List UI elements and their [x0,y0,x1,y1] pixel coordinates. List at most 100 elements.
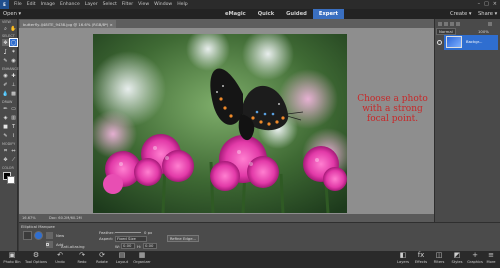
toolbox-section-select: SELECT [2,34,15,38]
width-field[interactable]: 0.00 [121,243,135,249]
move-tool-icon[interactable]: ✥ [2,39,9,46]
more-icon: ≡ [488,251,494,259]
feather-slider[interactable] [115,232,141,233]
height-field[interactable]: 0.00 [143,243,157,249]
aspect-dropdown[interactable]: Fixed Size [115,236,147,242]
mode-emagic[interactable]: eMagic [219,9,252,19]
eraser-tool-icon[interactable]: ▭ [10,105,17,112]
mode-quick[interactable]: Quick [252,9,280,19]
hand-tool-icon[interactable]: ✋ [10,25,17,32]
anti-alias-label: Anti-aliasing [61,244,85,249]
content-aware-move-tool-icon[interactable]: ✥ [2,156,9,163]
effects-button[interactable]: fx Effects [412,251,430,268]
menu-filter[interactable]: Filter [122,2,133,7]
aspect-label: Aspect: [99,236,114,241]
lasso-tool-icon[interactable]: ʆ [2,48,9,55]
pencil-tool-icon[interactable]: ✎ [2,132,9,139]
more-button[interactable]: ≡ More [482,251,500,268]
elliptical-marquee-icon[interactable] [34,231,43,240]
more-label: More [486,260,496,264]
filters-button[interactable]: ◫ Filters [430,251,448,268]
close-button[interactable]: × [493,1,497,7]
menu-view[interactable]: View [138,2,149,7]
photo-bin-label: Photo Bin [3,260,21,264]
delete-layer-icon[interactable] [488,22,492,26]
menu-enhance[interactable]: Enhance [60,2,80,7]
layer-name[interactable]: Backgr... [466,39,482,44]
document-tab[interactable]: butterfly-IJ48ITE_9438.jpg @ 16.6% (RGB/… [20,20,116,28]
magic-wand-tool-icon[interactable]: ✶ [10,48,17,55]
brush-tool-icon[interactable]: ✏ [2,105,9,112]
new-selection-icon[interactable] [46,232,53,239]
anti-alias-checkbox[interactable] [46,243,49,246]
overlay-caption: Choose a photo with a strong focal point… [357,94,428,124]
menu-help[interactable]: Help [177,2,187,7]
toolbox-section-view: VIEW [2,20,11,24]
graphics-icon: + [472,251,478,259]
shape-tool-icon[interactable]: ■ [2,123,9,130]
organizer-button[interactable]: ▦ Organizer [130,251,154,268]
refine-edge-button[interactable]: Refine Edge... [167,235,199,242]
layer-thumbnail [446,36,462,48]
layer-visibility-eye-icon[interactable] [437,40,442,45]
panel-bin-bar: ▣ Photo Bin ⚙ Tool Options ↶ Undo ↷ Redo… [0,251,500,268]
effects-label: Effects [414,260,428,264]
open-button[interactable]: Open ▾ [3,11,21,17]
share-button[interactable]: Share ▾ [478,11,497,17]
toolbox-section-enhance: ENHANCE [2,67,19,71]
minimize-button[interactable]: – [478,1,481,7]
blur-tool-icon[interactable]: 💧 [2,90,9,97]
layout-label: Layout [115,260,129,264]
menu-bar: E File Edit Image Enhance Layer Select F… [0,0,500,9]
layer-mask-icon[interactable] [456,22,460,26]
mode-guided[interactable]: Guided [280,9,313,19]
width-label: W: [115,244,120,249]
blend-mode-dropdown[interactable]: Normal [436,28,456,35]
create-button[interactable]: Create ▾ [450,11,472,17]
styles-button[interactable]: ◩ Styles [448,251,466,268]
opacity-value[interactable]: 100% [476,28,491,35]
document-size-readout: Doc: 60.2M/60.2M [49,216,82,220]
type-tool-icon[interactable]: T [10,123,17,130]
clone-stamp-tool-icon[interactable]: ⊥ [10,81,17,88]
organizer-label: Organizer [133,260,151,264]
smart-brush-tool-icon[interactable]: ✐ [2,81,9,88]
straighten-tool-icon[interactable]: ⟋ [10,156,17,163]
undo-button[interactable]: ↶ Undo [48,251,72,268]
recompose-tool-icon[interactable]: ⇔ [10,147,17,154]
gradient-tool-icon[interactable]: ▥ [10,114,17,121]
new-group-icon[interactable] [444,22,448,26]
tool-options-panel: Elliptical Marquee New Add Feather: 0 px… [19,222,500,251]
menu-file[interactable]: File [14,2,22,7]
menu-edit[interactable]: Edit [27,2,36,7]
rotate-icon: ⟳ [99,251,105,259]
tool-options-button[interactable]: ⚙ Tool Options [24,251,48,268]
spot-healing-tool-icon[interactable]: ✚ [10,72,17,79]
menu-window[interactable]: Window [154,2,172,7]
red-eye-tool-icon[interactable]: ◉ [2,72,9,79]
tool-options-icon: ⚙ [32,251,40,259]
menu-image[interactable]: Image [41,2,55,7]
layers-label: Layers [397,260,409,264]
sponge-tool-icon[interactable]: ▩ [10,90,17,97]
maximize-button[interactable]: □ [484,1,489,7]
layers-icon: ◧ [399,251,407,259]
crop-tool-icon[interactable]: ⌗ [2,147,9,154]
menu-layer[interactable]: Layer [85,2,98,7]
eyedropper-tool-icon[interactable]: ⌇ [10,132,17,139]
marquee-tool-icon[interactable]: ◯ [9,38,18,47]
layers-button[interactable]: ◧ Layers [394,251,412,268]
status-bar: 16.67% Doc: 60.2M/60.2M [19,214,434,222]
menu-select[interactable]: Select [103,2,117,7]
zoom-tool-icon[interactable]: ⌕ [2,25,9,32]
photo-bin-button[interactable]: ▣ Photo Bin [0,251,24,268]
eye-tool-icon[interactable]: ◉ [10,57,17,64]
new-layer-icon[interactable] [438,22,442,26]
rectangular-marquee-icon[interactable] [23,231,32,240]
mode-expert[interactable]: Expert [312,9,345,19]
effects-icon: fx [417,251,425,259]
quick-selection-tool-icon[interactable]: ✎ [2,57,9,64]
background-color-swatch[interactable] [7,176,15,184]
paint-bucket-tool-icon[interactable]: ◈ [2,114,9,121]
adjustment-layer-icon[interactable] [450,22,454,26]
